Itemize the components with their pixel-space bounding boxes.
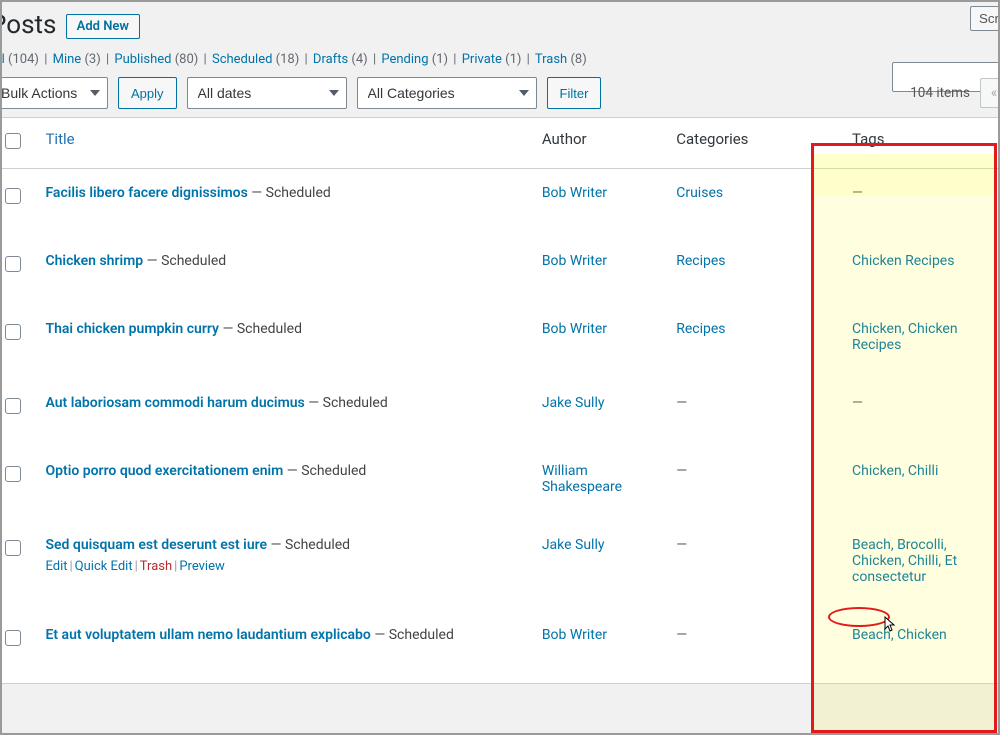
post-title-link[interactable]: Chicken shrimp [45,253,143,269]
tag-link[interactable]: Beach [852,627,891,643]
column-categories: Categories [676,130,748,148]
tag-link[interactable]: Chicken Recipes [852,253,954,269]
filter-all[interactable]: All [0,52,5,67]
table-row: Facilis libero facere dignissimos — Sche… [0,169,1000,242]
post-status: — Scheduled [283,463,366,479]
row-actions: Edit|Quick Edit|Trash|Preview [45,559,521,574]
filter-button[interactable]: Filter [547,77,602,109]
tag-link[interactable]: Chilli [908,553,938,569]
post-title-link[interactable]: Thai chicken pumpkin curry [45,321,219,337]
author-link[interactable]: Bob Writer [542,627,607,643]
filter-trash[interactable]: Trash [535,52,567,67]
tag-link[interactable]: Chilli [908,463,938,479]
no-categories: — [676,627,687,643]
tag-link[interactable]: Chicken [852,321,902,337]
post-status: — Scheduled [371,627,454,643]
post-title-link[interactable]: Facilis libero facere dignissimos [45,185,247,201]
pagination-prev-button[interactable]: « [980,78,1000,108]
select-all-checkbox[interactable] [5,133,21,149]
no-categories: — [676,463,687,479]
tag-link[interactable]: Beach [852,537,891,553]
column-tags: Tags [852,130,884,148]
apply-button[interactable]: Apply [118,77,177,109]
no-categories: — [676,395,687,411]
filter-published[interactable]: Published [114,52,171,67]
row-checkbox[interactable] [5,630,21,646]
table-row: Et aut voluptatem ullam nemo laudantium … [0,615,1000,684]
table-row: Thai chicken pumpkin curry — Scheduled Bo… [0,309,1000,383]
item-count: 104 items [910,85,970,101]
author-link[interactable]: Jake Sully [542,537,605,553]
status-filter-links: All (104) | Mine (3) | Published (80) | … [0,52,1000,67]
row-checkbox[interactable] [5,466,21,482]
category-link[interactable]: Recipes [676,321,725,337]
author-link[interactable]: Bob Writer [542,253,607,269]
date-filter-select[interactable]: All dates [187,77,347,109]
post-status: — Scheduled [219,321,302,337]
filter-private[interactable]: Private [462,52,502,67]
action-quick-edit[interactable]: Quick Edit [75,559,133,574]
category-filter-select[interactable]: All Categories [357,77,537,109]
category-link[interactable]: Cruises [676,185,723,201]
table-row: Sed quisquam est deserunt est iure — Sch… [0,525,1000,615]
column-title[interactable]: Title [45,130,74,148]
posts-table: Title Author Categories Tags Facilis lib… [0,117,1000,684]
filter-drafts[interactable]: Drafts [313,52,348,67]
author-link[interactable]: William Shakespeare [542,463,622,495]
post-status: — Scheduled [143,253,226,269]
page-title: Posts [0,10,56,40]
column-author[interactable]: Author [542,130,587,148]
tag-link[interactable]: Chicken [897,627,947,643]
filter-pending[interactable]: Pending [381,52,428,67]
table-row: Aut laboriosam commodi harum ducimus — S… [0,383,1000,451]
action-preview[interactable]: Preview [179,559,224,574]
no-categories: — [676,537,687,553]
tag-link[interactable]: Chicken [852,463,902,479]
author-link[interactable]: Bob Writer [542,185,607,201]
row-checkbox[interactable] [5,188,21,204]
action-edit[interactable]: Edit [45,559,67,574]
post-title-link[interactable]: Sed quisquam est deserunt est iure [45,537,267,553]
author-link[interactable]: Jake Sully [542,395,605,411]
action-trash[interactable]: Trash [140,559,172,574]
add-new-button[interactable]: Add New [66,14,140,39]
row-checkbox[interactable] [5,256,21,272]
row-checkbox[interactable] [5,540,21,556]
bulk-actions-select[interactable]: Bulk Actions [0,77,108,109]
author-link[interactable]: Bob Writer [542,321,607,337]
category-link[interactable]: Recipes [676,253,725,269]
post-title-link[interactable]: Aut laboriosam commodi harum ducimus [45,395,304,411]
row-checkbox[interactable] [5,324,21,340]
filter-mine[interactable]: Mine [53,52,82,67]
post-title-link[interactable]: Optio porro quod exercitationem enim [45,463,283,479]
tag-link[interactable]: Chicken [852,553,902,569]
post-title-link[interactable]: Et aut voluptatem ullam nemo laudantium … [45,627,370,643]
post-status: — Scheduled [267,537,350,553]
tag-link[interactable]: Brocolli [897,537,944,553]
row-checkbox[interactable] [5,398,21,414]
table-row: Chicken shrimp — Scheduled Bob Writer Reci… [0,241,1000,309]
no-tags: — [852,395,863,411]
post-status: — Scheduled [305,395,388,411]
filter-scheduled[interactable]: Scheduled [212,52,272,67]
table-row: Optio porro quod exercitationem enim — S… [0,451,1000,525]
screen-options-button[interactable]: Scr [970,6,1000,31]
post-status: — Scheduled [248,185,331,201]
no-tags: — [852,185,863,201]
